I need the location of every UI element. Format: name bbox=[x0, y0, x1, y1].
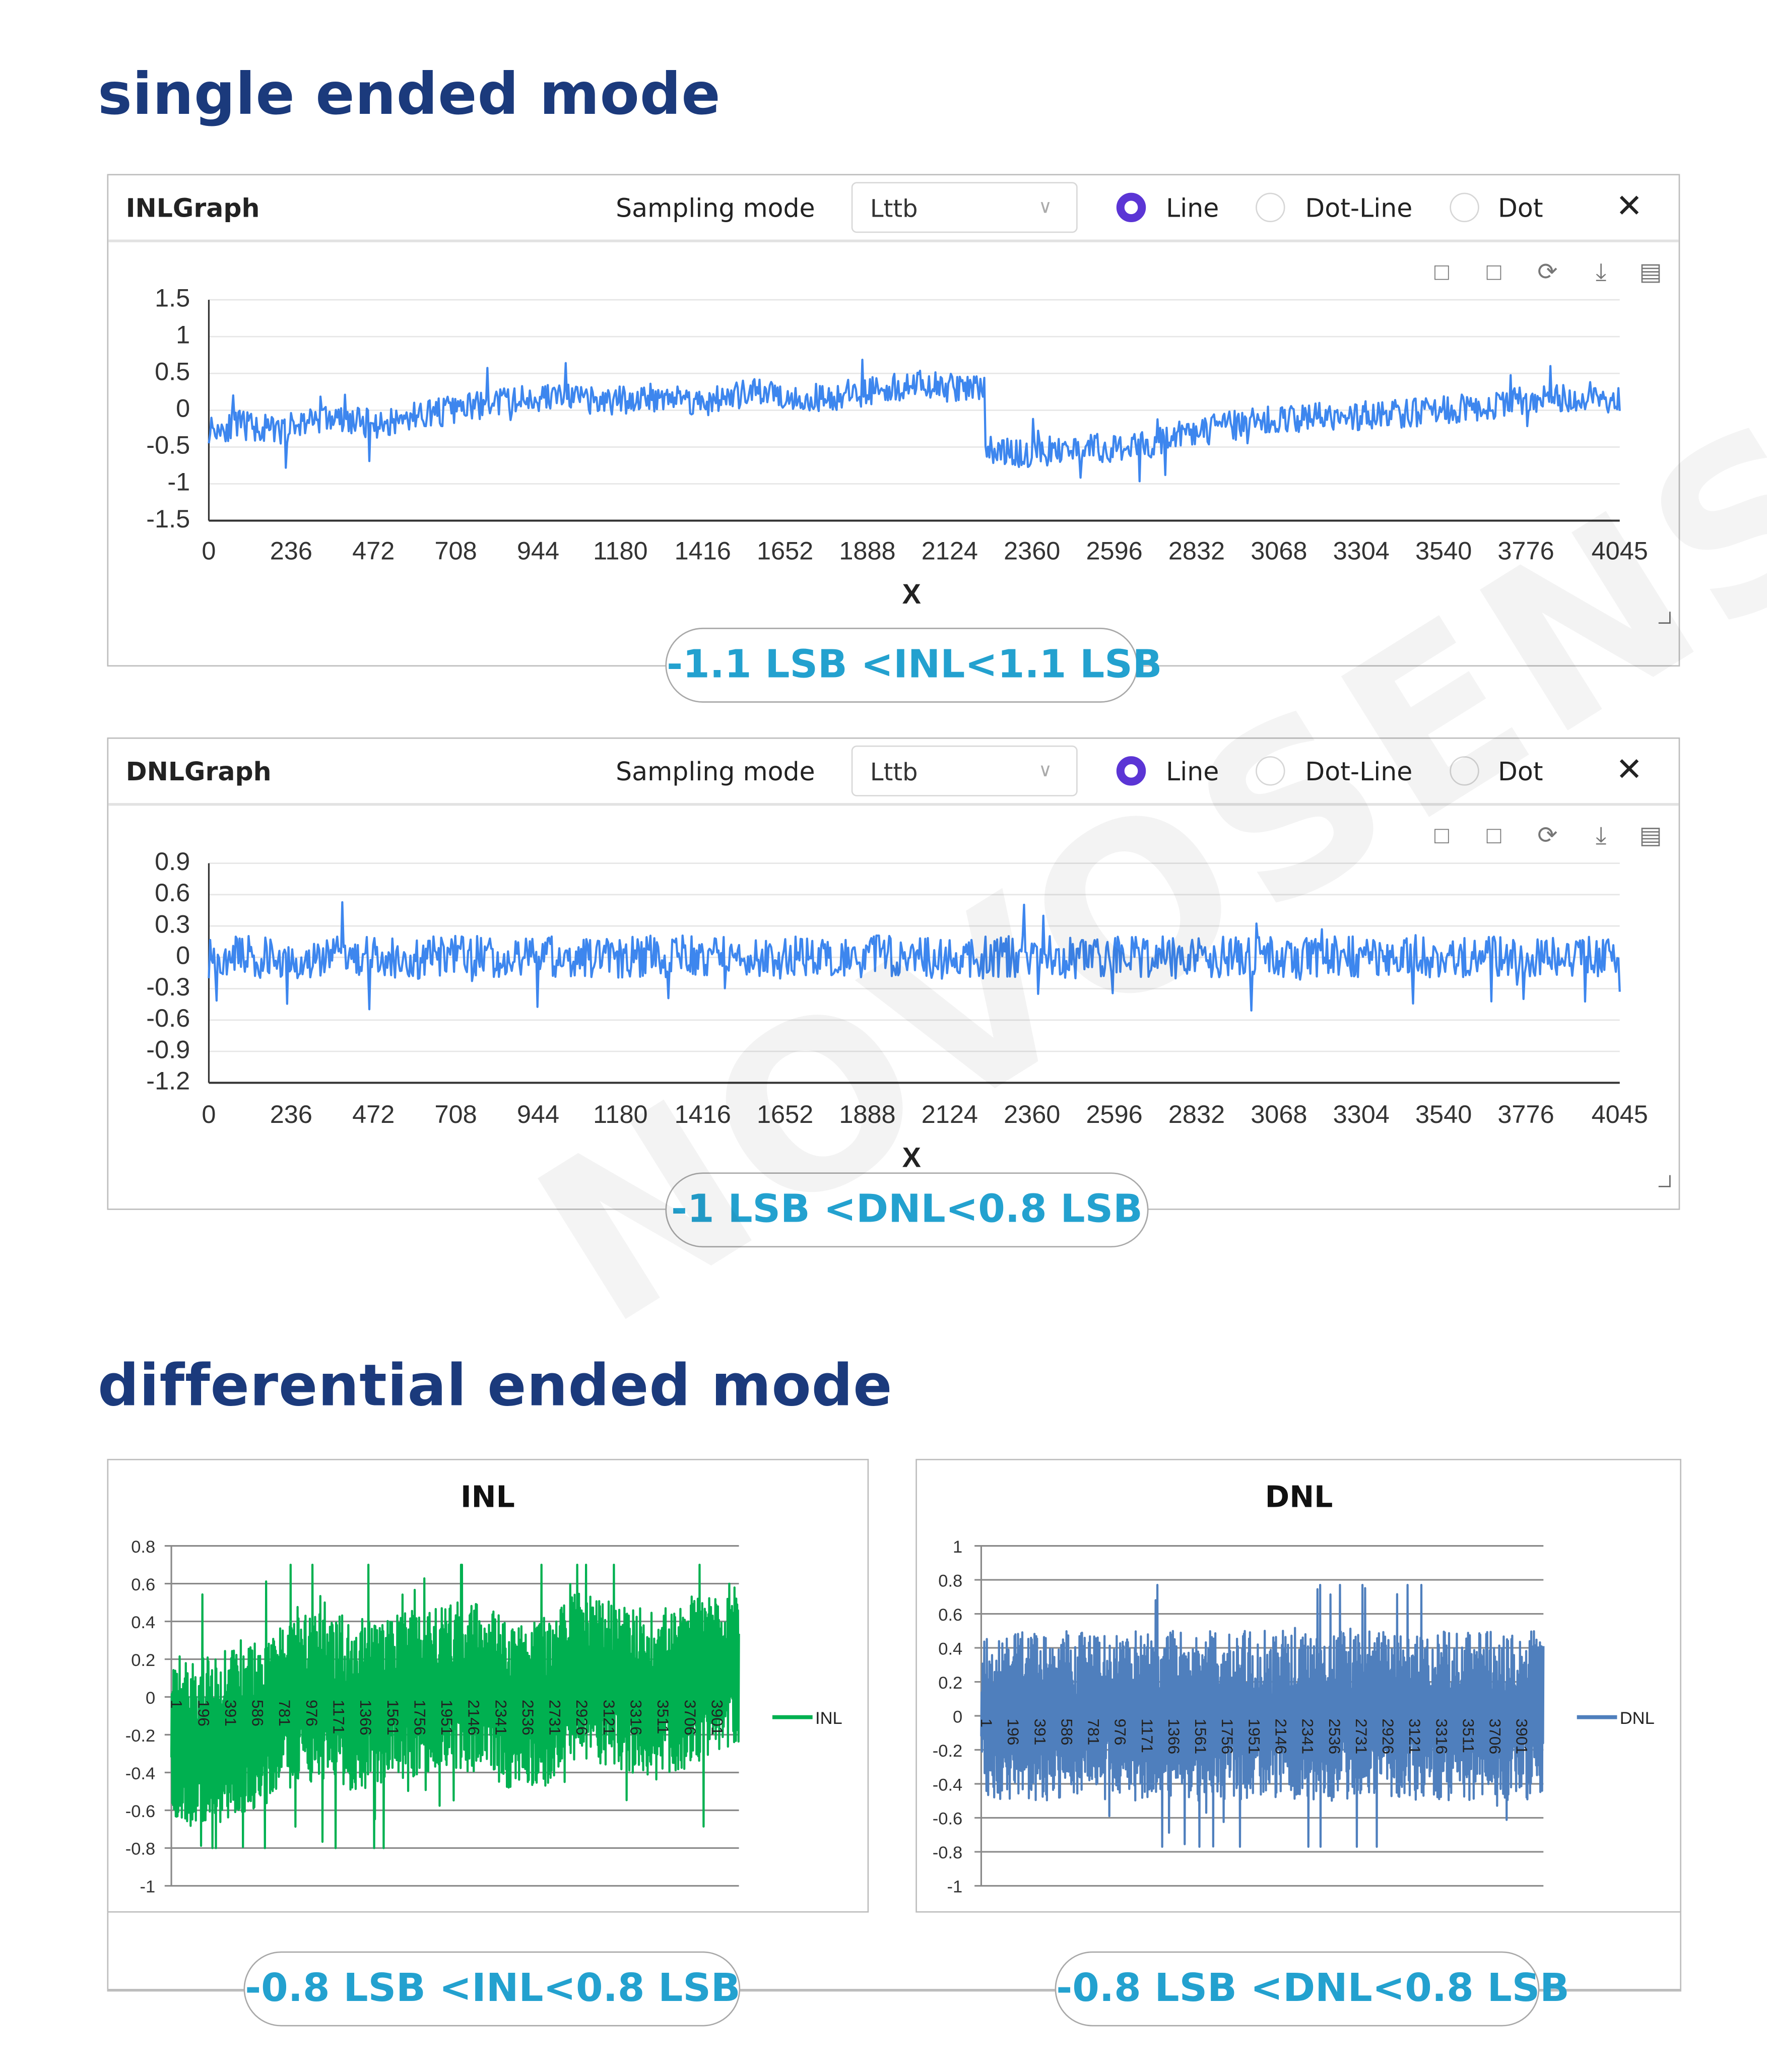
inl-x-axis-label: X bbox=[902, 579, 921, 611]
inl-panel-title: INLGraph bbox=[125, 194, 260, 224]
dnl-panel-header: DNLGraph Sampling mode Lttb ∨ Line Dot-L… bbox=[108, 739, 1679, 806]
single-ended-title: single ended mode bbox=[97, 61, 721, 129]
radio-line-label[interactable]: Line bbox=[1166, 758, 1219, 787]
radio-dot[interactable] bbox=[1450, 756, 1479, 786]
dnl-graph-panel: DNLGraph Sampling mode Lttb ∨ Line Dot-L… bbox=[107, 737, 1680, 1210]
diff-inl-chart: INL bbox=[107, 1458, 869, 1913]
zoom-select-icon[interactable]: □ bbox=[1428, 258, 1455, 285]
radio-dot-line-label[interactable]: Dot-Line bbox=[1305, 194, 1412, 223]
radio-dot-line[interactable] bbox=[1256, 756, 1285, 786]
resize-handle[interactable] bbox=[1658, 612, 1671, 624]
sampling-mode-value: Lttb bbox=[870, 195, 918, 224]
inl-panel-header: INLGraph Sampling mode Lttb ∨ Line Dot-L… bbox=[108, 175, 1679, 242]
diff-dnl-range-badge: -0.8 LSB <DNL<0.8 LSB bbox=[1055, 1951, 1569, 2027]
differential-mode-title: differential ended mode bbox=[97, 1353, 893, 1420]
close-icon[interactable]: ✕ bbox=[1616, 187, 1643, 226]
frame-line bbox=[107, 1911, 109, 1990]
chevron-down-icon: ∨ bbox=[1038, 759, 1053, 780]
sampling-mode-label: Sampling mode bbox=[616, 757, 815, 787]
sampling-mode-select[interactable]: Lttb ∨ bbox=[851, 745, 1078, 796]
chevron-down-icon: ∨ bbox=[1038, 195, 1053, 217]
diff-inl-range-badge: -0.8 LSB <INL<0.8 LSB bbox=[243, 1951, 741, 2027]
save-icon[interactable]: ▤ bbox=[1637, 258, 1664, 285]
resize-handle[interactable] bbox=[1658, 1175, 1671, 1187]
refresh-icon[interactable]: ⟳ bbox=[1534, 258, 1561, 285]
download-icon[interactable]: ⤓ bbox=[1588, 822, 1614, 848]
save-icon[interactable]: ▤ bbox=[1637, 822, 1664, 848]
radio-line[interactable] bbox=[1116, 192, 1146, 223]
dnl-x-axis-label: X bbox=[902, 1143, 921, 1174]
diff-inl-chart-title: INL bbox=[460, 1482, 515, 1515]
page: single ended mode INLGraph Sampling mode… bbox=[0, 0, 1767, 2072]
close-icon[interactable]: ✕ bbox=[1616, 751, 1643, 789]
radio-dot-line-label[interactable]: Dot-Line bbox=[1305, 758, 1412, 787]
radio-dot[interactable] bbox=[1450, 192, 1479, 223]
frame-line bbox=[1680, 1911, 1681, 1990]
diff-dnl-chart: DNL bbox=[915, 1458, 1681, 1913]
download-icon[interactable]: ⤓ bbox=[1588, 258, 1614, 285]
inl-range-badge: -1.1 LSB <INL<1.1 LSB bbox=[665, 628, 1162, 703]
sampling-mode-value: Lttb bbox=[870, 759, 918, 787]
radio-dot-label[interactable]: Dot bbox=[1498, 194, 1543, 223]
zoom-reset-icon[interactable]: □ bbox=[1480, 258, 1507, 285]
radio-line[interactable] bbox=[1116, 756, 1146, 786]
radio-dot-line[interactable] bbox=[1256, 192, 1285, 223]
inl-graph-panel: INLGraph Sampling mode Lttb ∨ Line Dot-L… bbox=[107, 174, 1680, 667]
radio-line-label[interactable]: Line bbox=[1166, 194, 1219, 223]
radio-dot-label[interactable]: Dot bbox=[1498, 758, 1543, 787]
sampling-mode-label: Sampling mode bbox=[616, 194, 815, 224]
dnl-range-badge: -1 LSB <DNL<0.8 LSB bbox=[665, 1172, 1149, 1248]
sampling-mode-select[interactable]: Lttb ∨ bbox=[851, 182, 1078, 233]
diff-dnl-chart-title: DNL bbox=[1265, 1482, 1333, 1515]
zoom-select-icon[interactable]: □ bbox=[1428, 822, 1455, 848]
zoom-reset-icon[interactable]: □ bbox=[1480, 822, 1507, 848]
refresh-icon[interactable]: ⟳ bbox=[1534, 822, 1561, 848]
dnl-panel-title: DNLGraph bbox=[125, 757, 272, 787]
